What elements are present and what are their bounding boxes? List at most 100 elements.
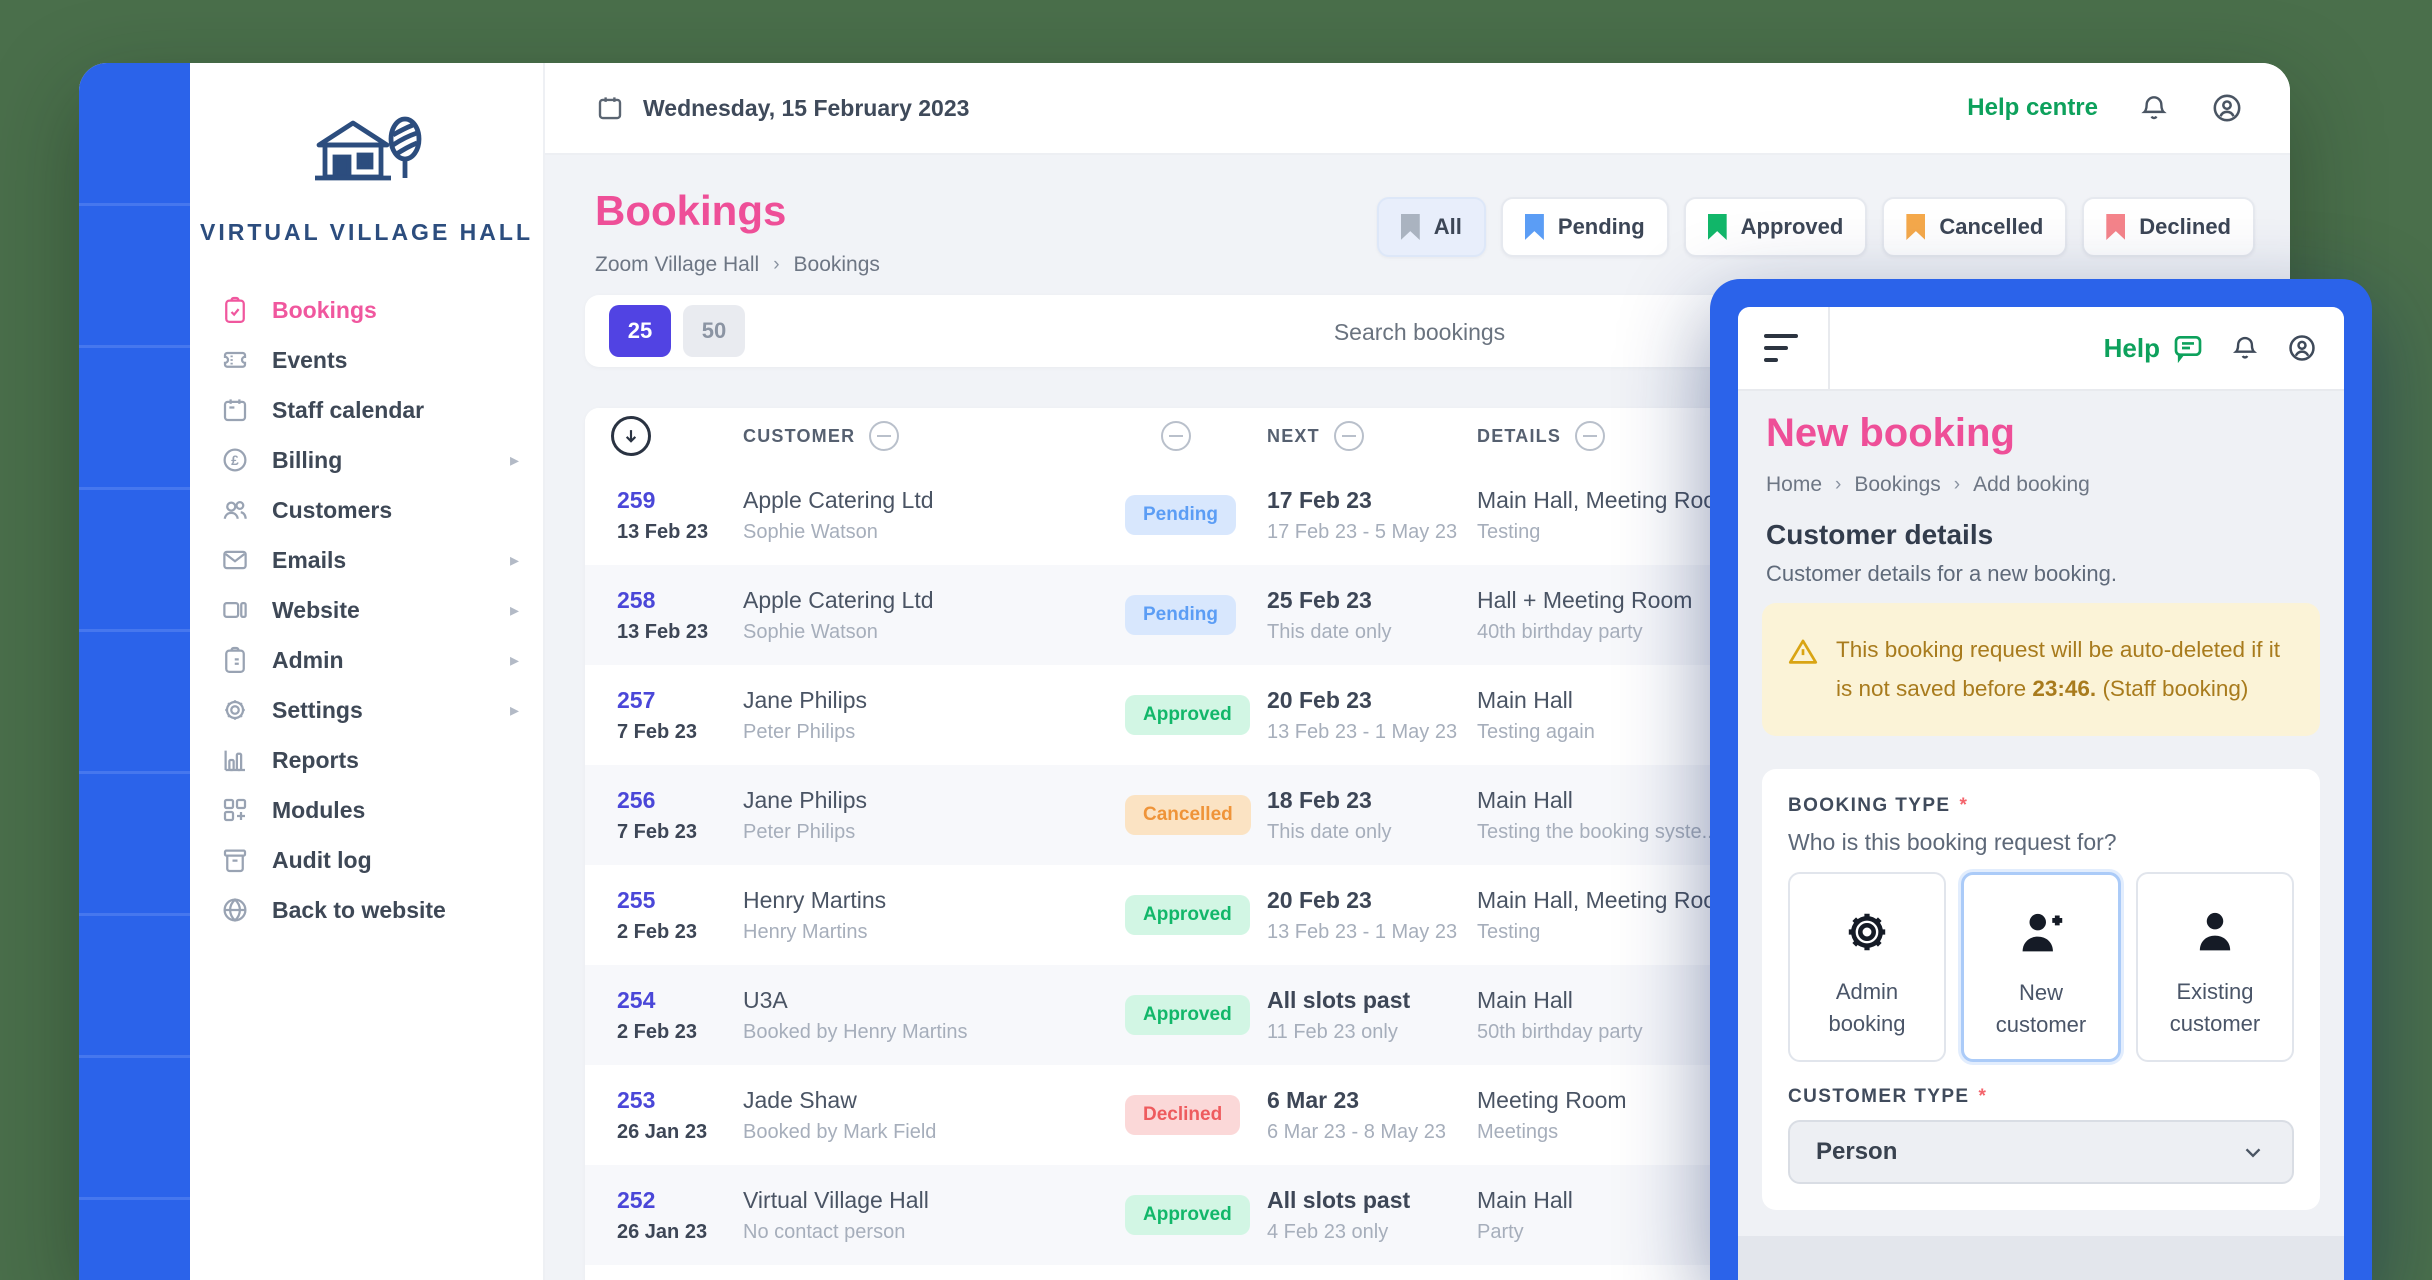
strip-gridline: [79, 203, 190, 206]
sidebar-item-label: Customers: [272, 497, 392, 524]
sidebar-item-label: Events: [272, 347, 347, 374]
sidebar-item-admin[interactable]: Admin ▸: [190, 635, 543, 685]
filter-label: Pending: [1558, 214, 1645, 240]
collapse-column-icon[interactable]: [1575, 421, 1605, 451]
sidebar-item-bookings[interactable]: Bookings: [190, 285, 543, 335]
contact-name: Peter Philips: [743, 821, 1143, 844]
filter-pending-button[interactable]: Pending: [1501, 197, 1669, 257]
breadcrumb-bookings[interactable]: Bookings: [1854, 473, 1940, 497]
sidebar-item-website[interactable]: Website ▸: [190, 585, 543, 635]
collapse-column-icon[interactable]: [1334, 421, 1364, 451]
strip-gridline: [79, 913, 190, 916]
booking-created: 7 Feb 23: [617, 721, 737, 744]
filter-all-button[interactable]: All: [1377, 197, 1486, 257]
person-plus-icon: [2015, 907, 2067, 959]
sidebar-item-events[interactable]: Events: [190, 335, 543, 385]
booking-id[interactable]: 255: [617, 887, 737, 914]
page-title: Bookings: [595, 187, 786, 235]
menu-icon: [1764, 346, 1788, 350]
calendar-icon: [595, 93, 625, 123]
option-label: Existing customer: [2155, 976, 2275, 1040]
booking-id[interactable]: 252: [617, 1187, 737, 1214]
help-label: Help: [2104, 333, 2160, 364]
customer-name: Apple Catering Ltd: [743, 487, 1143, 514]
page-size-25-button[interactable]: 25: [609, 305, 671, 357]
profile-icon[interactable]: [2286, 332, 2318, 364]
contact-name: Booked by Henry Martins: [743, 1021, 1143, 1044]
contact-name: Sophie Watson: [743, 521, 1143, 544]
breadcrumb-current: Add booking: [1973, 473, 2090, 497]
people-icon: [220, 495, 250, 525]
chevron-right-icon: ▸: [510, 650, 519, 671]
booking-id[interactable]: 259: [617, 487, 737, 514]
filter-declined-button[interactable]: Declined: [2082, 197, 2255, 257]
booking-id[interactable]: 253: [617, 1087, 737, 1114]
sidebar-item-label: Staff calendar: [272, 397, 424, 424]
next-range: 17 Feb 23 - 5 May 23: [1267, 521, 1482, 544]
menu-icon: [1764, 358, 1778, 362]
option-existing-customer[interactable]: Existing customer: [2136, 872, 2294, 1062]
sidebar-item-reports[interactable]: Reports: [190, 735, 543, 785]
sort-descending-icon[interactable]: [611, 416, 651, 456]
menu-button[interactable]: [1738, 307, 1830, 389]
page-size-50-button[interactable]: 50: [683, 305, 745, 357]
help-link[interactable]: Help: [2104, 332, 2204, 364]
sidebar-item-staff-calendar[interactable]: Staff calendar: [190, 385, 543, 435]
sidebar-item-back-to-website[interactable]: Back to website: [190, 885, 543, 935]
date-label: Wednesday, 15 February 2023: [643, 95, 969, 122]
sidebar-item-emails[interactable]: Emails ▸: [190, 535, 543, 585]
bell-icon[interactable]: [2230, 333, 2260, 363]
breadcrumb-current: Bookings: [794, 253, 880, 277]
profile-icon[interactable]: [2210, 91, 2244, 125]
customer-name: Apple Catering Ltd: [743, 587, 1143, 614]
booking-id[interactable]: 257: [617, 687, 737, 714]
customer-type-select[interactable]: Person: [1788, 1120, 2294, 1184]
sidebar-item-modules[interactable]: Modules: [190, 785, 543, 835]
booking-id[interactable]: 254: [617, 987, 737, 1014]
contact-name: Booked by Mark Field: [743, 1121, 1143, 1144]
menu-icon: [1764, 334, 1798, 338]
clipboard-list-icon: [220, 645, 250, 675]
warning-text: This booking request will be auto-delete…: [1836, 631, 2298, 708]
contact-name: Peter Philips: [743, 721, 1143, 744]
breadcrumb-root[interactable]: Zoom Village Hall: [595, 253, 759, 277]
column-label: DETAILS: [1477, 426, 1561, 447]
sidebar-item-billing[interactable]: £ Billing ▸: [190, 435, 543, 485]
logo-title: VIRTUAL VILLAGE HALL: [200, 219, 533, 246]
booking-created: 2 Feb 23: [617, 921, 737, 944]
collapse-column-icon[interactable]: [1161, 421, 1191, 451]
option-new-customer[interactable]: New customer: [1961, 872, 2121, 1062]
pound-icon: £: [220, 445, 250, 475]
sidebar-item-customers[interactable]: Customers: [190, 485, 543, 535]
breadcrumb: Zoom Village Hall › Bookings: [595, 253, 880, 277]
svg-text:£: £: [231, 453, 239, 468]
person-icon: [2189, 906, 2241, 958]
contact-name: No contact person: [743, 1221, 1143, 1244]
filter-cancelled-button[interactable]: Cancelled: [1882, 197, 2067, 257]
globe-icon: [220, 895, 250, 925]
option-admin-booking[interactable]: Admin booking: [1788, 872, 1946, 1062]
sidebar-item-settings[interactable]: Settings ▸: [190, 685, 543, 735]
sidebar-item-label: Billing: [272, 447, 342, 474]
gear-icon: [220, 695, 250, 725]
bookmark-icon: [1525, 214, 1544, 240]
breadcrumb-home[interactable]: Home: [1766, 473, 1822, 497]
filter-approved-button[interactable]: Approved: [1684, 197, 1868, 257]
booking-created: 2 Feb 23: [617, 1021, 737, 1044]
booking-form-card: BOOKING TYPE* Who is this booking reques…: [1762, 769, 2320, 1210]
collapse-column-icon[interactable]: [869, 421, 899, 451]
chevron-right-icon: ▸: [510, 550, 519, 571]
booking-id[interactable]: 258: [617, 587, 737, 614]
bar-chart-icon: [220, 745, 250, 775]
filter-label: All: [1434, 214, 1462, 240]
chat-icon: [2172, 332, 2204, 364]
bell-icon[interactable]: [2138, 92, 2170, 124]
help-centre-link[interactable]: Help centre: [1967, 94, 2098, 122]
sidebar-item-label: Emails: [272, 547, 346, 574]
next-date: 20 Feb 23: [1267, 687, 1482, 714]
strip-gridline: [79, 1197, 190, 1200]
sidebar-item-audit-log[interactable]: Audit log: [190, 835, 543, 885]
strip-gridline: [79, 1055, 190, 1058]
booking-id[interactable]: 256: [617, 787, 737, 814]
customer-name: Jane Philips: [743, 787, 1143, 814]
